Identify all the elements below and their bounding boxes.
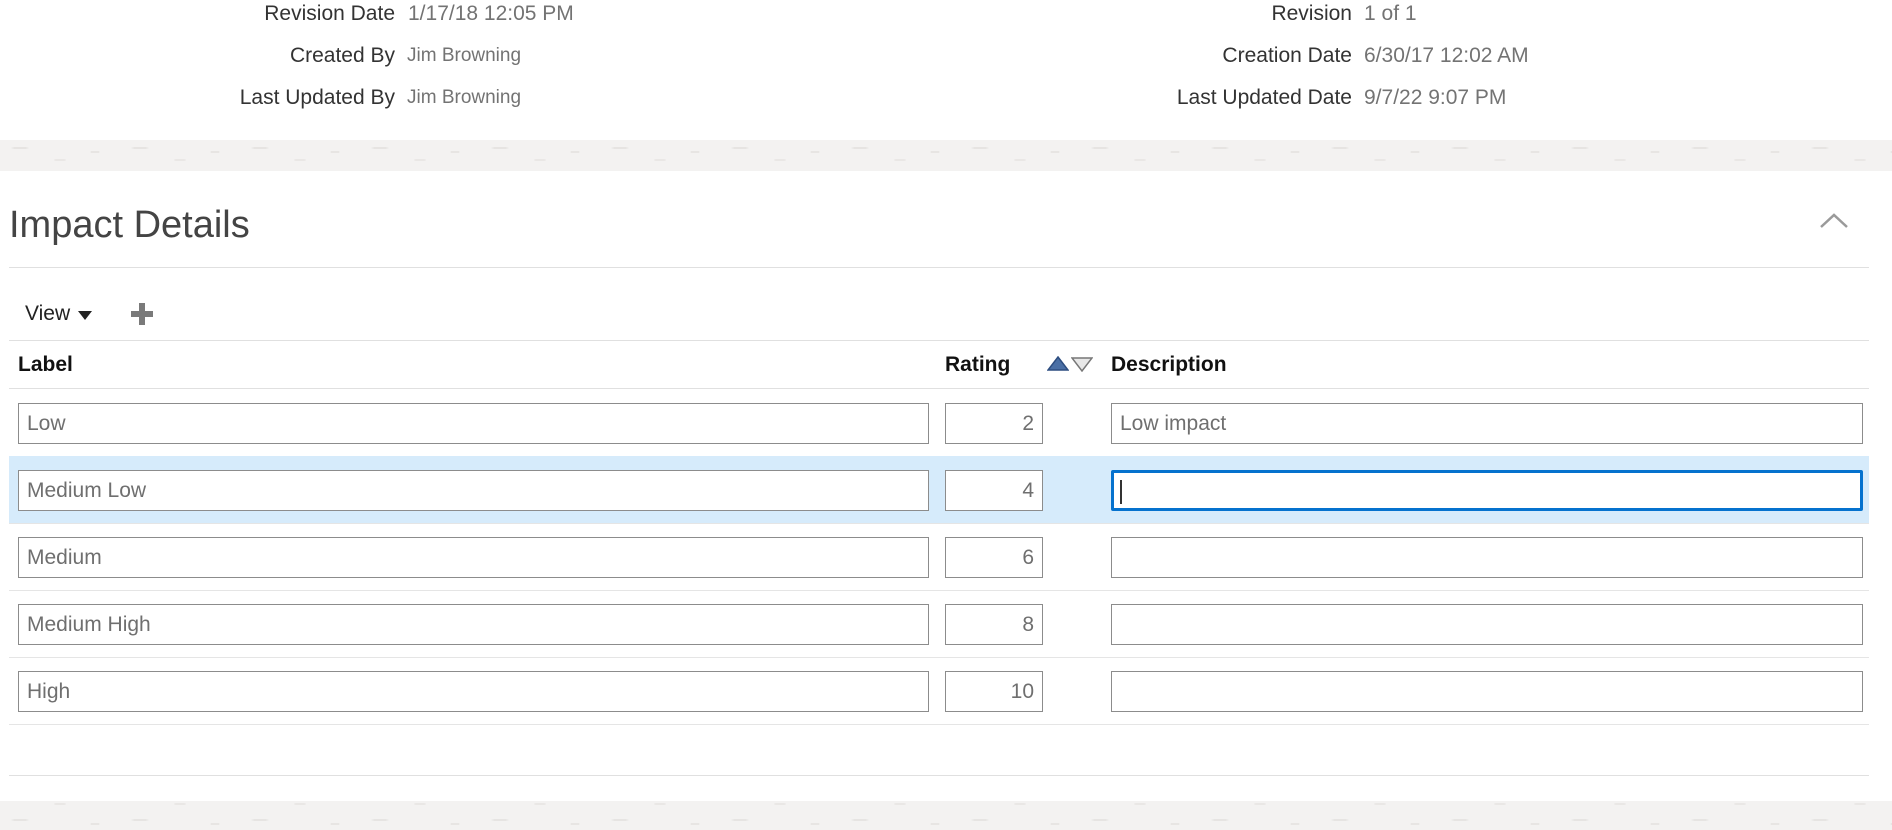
label-input[interactable] — [18, 537, 929, 578]
label-input[interactable] — [18, 604, 929, 645]
section-divider — [9, 267, 1869, 268]
rating-input[interactable] — [945, 470, 1043, 511]
rating-input[interactable] — [945, 671, 1043, 712]
caret-down-icon — [78, 302, 93, 326]
chevron-up-icon[interactable] — [1816, 205, 1852, 235]
column-header-label[interactable]: Label — [18, 353, 73, 377]
table-footer-divider — [9, 775, 1869, 776]
last-updated-date-label: Last Updated Date — [1176, 86, 1352, 109]
text-cursor — [1120, 480, 1122, 504]
rating-input[interactable] — [945, 537, 1043, 578]
created-by-label: Created By — [289, 44, 395, 67]
creation-date-label: Creation Date — [1222, 44, 1352, 67]
toolbar-divider — [9, 340, 1869, 341]
rating-sort-controls — [1046, 355, 1095, 374]
created-by-value: Jim Browning — [407, 45, 522, 66]
table-row-selected[interactable] — [9, 456, 1869, 524]
revision-label: Revision — [1271, 2, 1352, 25]
description-input[interactable] — [1111, 671, 1863, 712]
record-metadata-panel: Revision Date 1/17/18 12:05 PM Revision … — [0, 0, 1892, 140]
plus-icon[interactable] — [130, 302, 154, 326]
revision-value: 1 of 1 — [1364, 2, 1417, 25]
rating-input[interactable] — [945, 604, 1043, 645]
description-input[interactable] — [1111, 604, 1863, 645]
last-updated-date-value: 9/7/22 9:07 PM — [1364, 86, 1507, 109]
section-title: Impact Details — [9, 204, 250, 246]
creation-date-value: 6/30/17 12:02 AM — [1364, 44, 1529, 67]
rating-input[interactable] — [945, 403, 1043, 444]
column-header-description[interactable]: Description — [1111, 353, 1227, 377]
revision-date-label: Revision Date — [264, 2, 395, 25]
revision-date-value: 1/17/18 12:05 PM — [408, 2, 574, 25]
description-input[interactable] — [1111, 403, 1863, 444]
last-updated-by-label: Last Updated By — [239, 86, 395, 109]
view-menu-button[interactable]: View — [25, 302, 93, 326]
sort-ascending-icon[interactable] — [1046, 355, 1070, 374]
label-input[interactable] — [18, 470, 929, 511]
description-input-focused[interactable] — [1111, 470, 1863, 511]
sort-descending-icon[interactable] — [1070, 356, 1094, 374]
last-updated-by-value: Jim Browning — [407, 87, 522, 108]
impact-details-panel: Impact Details View Label Rating Descrip… — [0, 171, 1892, 801]
column-header-rating[interactable]: Rating — [945, 353, 1010, 377]
table-row[interactable] — [9, 389, 1869, 457]
description-input[interactable] — [1111, 537, 1863, 578]
label-input[interactable] — [18, 403, 929, 444]
label-input[interactable] — [18, 671, 929, 712]
view-menu-label: View — [25, 302, 71, 325]
table-row[interactable] — [9, 523, 1869, 591]
table-row[interactable] — [9, 657, 1869, 725]
table-row[interactable] — [9, 590, 1869, 658]
